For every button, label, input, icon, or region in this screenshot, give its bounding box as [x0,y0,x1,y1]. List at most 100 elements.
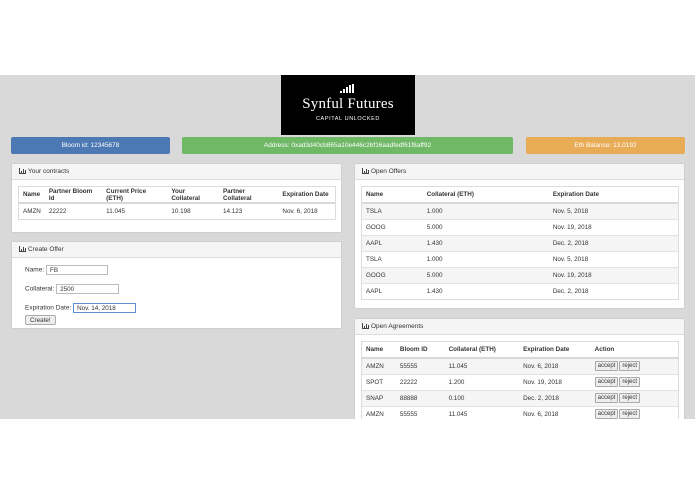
table-cell: 22222 [44,202,103,219]
accept-button[interactable]: accept [594,361,619,372]
contracts-panel: Your contracts Name Partner Bloom Id Curre… [11,163,342,233]
open-offers-header-row: Name Collateral (ETH) Expiration Date [362,187,678,204]
table-cell: 1.430 [422,234,549,251]
action-cell: accept reject [590,389,678,406]
column-header: Action [590,342,678,359]
column-header: Name [362,187,423,204]
column-header: Expiration Date [278,187,335,204]
open-offers-table-wrap: Name Collateral (ETH) Expiration Date TSLA… [361,186,679,300]
table-row: AAPL 1.430 Dec. 2, 2018 [362,234,678,251]
reject-button[interactable]: reject [619,361,641,372]
table-cell: GOOG [362,266,423,283]
action-cell: accept reject [590,405,678,419]
table-cell: TSLA [362,250,423,267]
open-agreements-table-wrap: Name Bloom ID Collateral (ETH) Expiration D… [361,341,679,419]
name-label: Name: [25,266,45,274]
table-cell: 1.200 [444,373,520,390]
bar-chart-icon [362,323,369,329]
table-cell: 14.123 [218,202,279,219]
column-header: Partner Collateral [218,187,279,204]
open-offers-title: Open Offers [371,168,407,175]
app-canvas: Synful Futures CAPITAL UNLOCKED Bloom id… [0,75,695,419]
table-row: GOOG 5.000 Nov. 19, 2018 [362,266,678,283]
table-row: AMZN 55555 11.045 Nov. 6, 2018 accept reject [362,405,678,419]
table-row: AMZN 55555 11.045 Nov. 6, 2018 accept reject [362,357,678,374]
reject-button[interactable]: reject [619,409,641,419]
table-cell: 1.430 [422,282,549,299]
accept-button[interactable]: accept [594,393,619,403]
table-cell: 55555 [395,405,445,419]
create-offer-button[interactable]: Create! [25,315,56,325]
expiration-row: Expiration Date: [25,303,137,313]
table-cell: Nov. 6, 2018 [278,202,335,219]
table-cell: Nov. 6, 2018 [519,405,591,419]
bloom-id-badge: Bloom id: 12345678 [11,137,170,154]
eth-balance-badge: Eth Balance: 13.0192 [526,137,685,154]
table-cell: 5.000 [422,266,549,283]
table-cell: 1.000 [422,202,549,219]
action-cell: accept reject [590,357,678,374]
accept-button[interactable]: accept [594,409,619,419]
open-offers-panel: Open Offers Name Collateral (ETH) Expirati… [354,163,685,309]
expiration-input[interactable] [73,303,137,313]
column-header: Bloom ID [395,342,445,359]
reject-button[interactable]: reject [619,377,641,387]
table-row: SPOT 22222 1.200 Nov. 19, 2018 accept reject [362,373,678,390]
contracts-title: Your contracts [28,168,70,175]
table-cell: TSLA [362,202,423,219]
table-cell: AAPL [362,234,423,251]
table-row: SNAP 88888 0.100 Dec. 2, 2018 accept reject [362,389,678,406]
table-cell: SPOT [362,373,396,390]
column-header: Your Collateral [167,187,219,204]
reject-button[interactable]: reject [619,393,641,403]
table-cell: AMZN [362,405,396,419]
table-cell: SNAP [362,389,396,406]
table-cell: GOOG [362,218,423,235]
create-offer-title: Create Offer [28,246,64,253]
table-cell: AAPL [362,282,423,299]
table-cell: Nov. 5, 2018 [548,250,678,267]
table-cell: 5.000 [422,218,549,235]
collateral-input[interactable] [56,284,120,294]
create-offer-panel-header: Create Offer [12,242,341,258]
brand-subtitle: CAPITAL UNLOCKED [315,116,380,122]
contracts-panel-header: Your contracts [12,164,341,180]
table-cell: Nov. 19, 2018 [548,266,678,283]
column-header: Name [362,342,396,359]
table-cell: Nov. 19, 2018 [548,218,678,235]
open-agreements-panel-header: Open Agreements [355,319,684,335]
brand-logo: Synful Futures CAPITAL UNLOCKED [281,75,415,135]
name-input[interactable] [45,265,108,275]
contracts-table: Name Partner Bloom Id Current Price (ETH) Y… [19,187,335,219]
table-cell: Nov. 5, 2018 [548,202,678,219]
column-header: Name [19,187,45,204]
bar-chart-icon [19,168,26,174]
expiration-label: Expiration Date: [25,304,72,312]
table-cell: 11.045 [444,405,520,419]
open-agreements-table: Name Bloom ID Collateral (ETH) Expiration D… [362,342,678,419]
address-badge: Address: 0xad3d40cb865a10e446c2bf16aadfe… [182,137,513,154]
table-cell: Nov. 19, 2018 [519,373,591,390]
table-cell: 55555 [395,357,445,374]
column-header: Current Price (ETH) [102,187,168,204]
open-agreements-body: AMZN 55555 11.045 Nov. 6, 2018 accept reject S… [362,357,678,419]
create-offer-panel: Create Offer Name: Collateral: Expiratio… [11,241,342,329]
bar-chart-icon [19,246,26,252]
action-cell: accept reject [590,373,678,390]
column-header: Expiration Date [548,187,678,204]
table-cell: 10.198 [167,202,219,219]
table-cell: Dec. 2, 2018 [548,234,678,251]
open-agreements-title: Open Agreements [371,323,424,330]
table-row: AMZN 22222 11.045 10.198 14.123 Nov. 6, 2018 [19,202,335,219]
name-row: Name: [25,265,108,275]
table-cell: 88888 [395,389,445,406]
open-agreements-header-row: Name Bloom ID Collateral (ETH) Expiration D… [362,342,678,359]
table-cell: 11.045 [444,357,520,374]
accept-button[interactable]: accept [594,377,619,387]
column-header: Expiration Date [519,342,591,359]
table-cell: 1.000 [422,250,549,267]
table-row: TSLA 1.000 Nov. 5, 2018 [362,250,678,267]
table-cell: 22222 [395,373,445,390]
column-header: Collateral (ETH) [444,342,520,359]
table-cell: 11.045 [102,202,168,219]
